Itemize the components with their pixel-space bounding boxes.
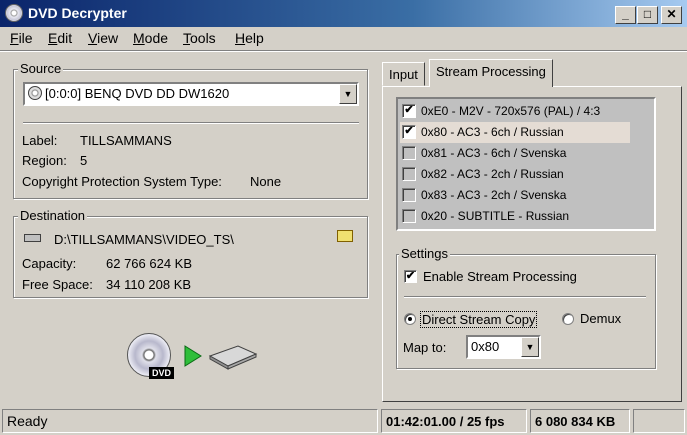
drive-select-value: [0:0:0] BENQ DVD DD DW1620 — [45, 86, 230, 101]
map-to-select[interactable]: 0x80 ▼ — [466, 335, 541, 359]
capacity-value: 62 766 624 KB — [106, 256, 193, 271]
settings-separator — [404, 296, 646, 298]
stream-label: 0xE0 - M2V - 720x576 (PAL) / 4:3 — [421, 104, 601, 118]
map-to-value: 0x80 — [471, 339, 500, 354]
cps-value: None — [250, 174, 282, 189]
destination-group-label: Destination — [18, 208, 88, 223]
demux-label[interactable]: Demux — [580, 311, 621, 326]
map-to-label: Map to: — [403, 340, 447, 355]
source-group-label: Source — [18, 61, 64, 76]
menu-file[interactable]: File — [10, 30, 33, 46]
stream-label: 0x83 - AC3 - 2ch / Svenska — [421, 188, 567, 202]
label-key: Label: — [22, 133, 58, 148]
play-arrow-icon — [184, 345, 202, 367]
drive-disc-icon — [28, 86, 42, 100]
stream-row[interactable]: ✔ 0xE0 - M2V - 720x576 (PAL) / 4:3 — [400, 101, 630, 122]
stream-row[interactable]: 0x81 - AC3 - 6ch / Svenska — [400, 143, 630, 164]
stream-checkbox[interactable] — [402, 188, 416, 202]
stream-label: 0x80 - AC3 - 6ch / Russian — [421, 125, 564, 139]
chevron-down-icon[interactable]: ▼ — [521, 337, 539, 357]
dvd-badge: DVD — [149, 367, 175, 379]
stream-label: 0x81 - AC3 - 6ch / Svenska — [421, 146, 567, 160]
chevron-down-icon[interactable]: ▼ — [339, 84, 357, 104]
region-key: Region: — [22, 153, 67, 168]
menu-view[interactable]: View — [88, 30, 118, 46]
region-value: 5 — [80, 153, 88, 168]
menu-tools[interactable]: Tools — [183, 30, 216, 46]
source-separator — [23, 122, 359, 124]
menu-edit[interactable]: Edit — [48, 30, 72, 46]
stream-checkbox[interactable]: ✔ — [402, 125, 416, 139]
hard-drive-icon — [24, 234, 41, 242]
stream-checkbox[interactable] — [402, 209, 416, 223]
window-title: DVD Decrypter — [28, 5, 127, 21]
label-value: TILLSAMMANS — [80, 133, 172, 148]
tab-stream-processing[interactable]: Stream Processing — [429, 59, 553, 87]
stream-label: 0x20 - SUBTITLE - Russian — [421, 209, 570, 223]
capacity-key: Capacity: — [22, 256, 77, 271]
stream-checkbox[interactable]: ✔ — [402, 104, 416, 118]
status-size: 6 080 834 KB — [530, 409, 630, 433]
status-time: 01:42:01.00 / 25 fps — [381, 409, 527, 433]
status-ready: Ready — [2, 409, 378, 433]
maximize-button[interactable]: □ — [637, 6, 658, 24]
demux-radio[interactable] — [562, 313, 574, 325]
stream-row[interactable]: ✔ 0x80 - AC3 - 6ch / Russian — [400, 122, 630, 143]
direct-stream-copy-radio[interactable] — [404, 313, 416, 325]
stream-row[interactable]: 0x20 - SUBTITLE - Russian — [400, 206, 630, 227]
hard-disk-icon — [208, 345, 258, 370]
status-extra — [633, 409, 685, 433]
menu-help[interactable]: Help — [235, 30, 264, 46]
title-bar: DVD Decrypter _ □ ✕ — [0, 0, 687, 27]
app-disc-icon — [5, 4, 23, 22]
menu-mode[interactable]: Mode — [133, 30, 168, 46]
menu-bar: File Edit View Mode Tools Help — [0, 27, 687, 49]
menu-divider — [0, 50, 687, 52]
destination-path: D:\TILLSAMMANS\VIDEO_TS\ — [54, 232, 234, 247]
direct-stream-copy-label[interactable]: Direct Stream Copy — [420, 311, 538, 328]
settings-group-label: Settings — [399, 246, 450, 261]
free-space-value: 34 110 208 KB — [106, 277, 192, 292]
enable-stream-processing-label[interactable]: Enable Stream Processing — [423, 269, 577, 284]
stream-label: 0x82 - AC3 - 2ch / Russian — [421, 167, 564, 181]
minimize-button[interactable]: _ — [615, 6, 636, 24]
enable-stream-processing-checkbox[interactable]: ✔ — [404, 270, 417, 283]
stream-list: ✔ 0xE0 - M2V - 720x576 (PAL) / 4:3 ✔ 0x80 … — [396, 97, 656, 231]
cps-key: Copyright Protection System Type: — [22, 174, 222, 189]
stream-row[interactable]: 0x82 - AC3 - 2ch / Russian — [400, 164, 630, 185]
drive-select[interactable]: [0:0:0] BENQ DVD DD DW1620 ▼ — [23, 82, 359, 106]
tab-input[interactable]: Input — [382, 62, 425, 86]
stream-checkbox[interactable] — [402, 146, 416, 160]
decrypt-button[interactable]: DVD — [127, 333, 175, 381]
stream-checkbox[interactable] — [402, 167, 416, 181]
browse-folder-icon[interactable] — [337, 230, 353, 242]
stream-row[interactable]: 0x83 - AC3 - 2ch / Svenska — [400, 185, 630, 206]
close-button[interactable]: ✕ — [661, 6, 682, 24]
free-space-key: Free Space: — [22, 277, 93, 292]
